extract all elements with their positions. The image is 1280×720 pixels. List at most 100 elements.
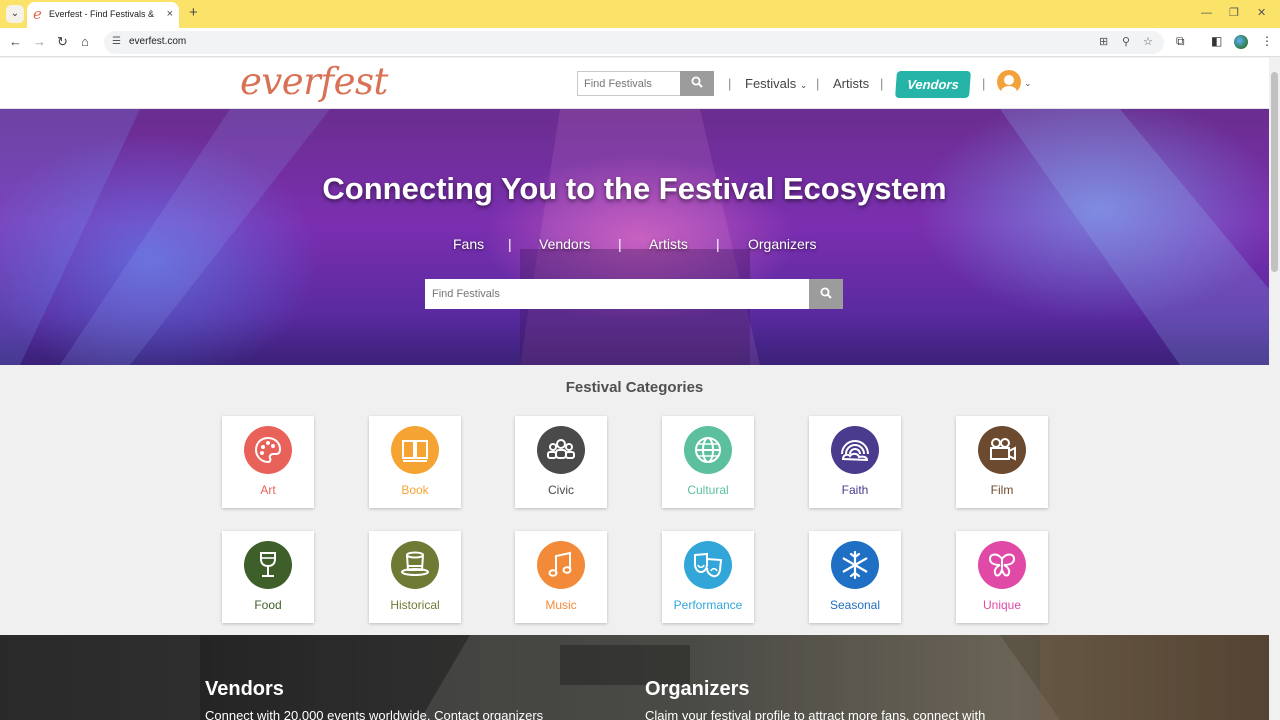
site-info-icon[interactable]: ☰ (112, 36, 124, 48)
nav-festivals[interactable]: Festivals ⌄ (745, 76, 807, 93)
category-icon-circle (391, 541, 439, 589)
people-icon (547, 439, 575, 459)
forward-icon[interactable]: → (33, 34, 46, 50)
profile-avatar-icon[interactable] (1234, 35, 1248, 49)
vendors-section-text: Connect with 20,000 events worldwide. Co… (205, 708, 544, 720)
category-card-historical[interactable]: Historical (369, 531, 461, 623)
extensions-icon[interactable]: ⧉ (1176, 34, 1185, 48)
category-icon-circle (391, 426, 439, 474)
vendors-button[interactable]: Vendors (895, 71, 971, 98)
hero-link-fans[interactable]: Fans (453, 236, 484, 252)
tab-search-button[interactable]: ⌄ (6, 5, 24, 23)
account-chevron-down-icon[interactable]: ⌄ (1024, 77, 1032, 89)
page-scrollbar[interactable] (1269, 58, 1280, 720)
category-label: Historical (390, 598, 440, 612)
nav-festivals-label: Festivals (745, 76, 797, 91)
zoom-icon[interactable]: ⚲ (1122, 35, 1130, 49)
category-label: Music (545, 598, 577, 612)
hero-light-beams (0, 109, 1269, 365)
hero-banner: Connecting You to the Festival Ecosystem… (0, 109, 1269, 365)
category-card-art[interactable]: Art (222, 416, 314, 508)
home-icon[interactable]: ⌂ (81, 34, 89, 50)
film-camera-icon (990, 438, 1016, 461)
organizers-section-text: Claim your festival profile to attract m… (645, 708, 986, 720)
hero-separator: | (618, 236, 622, 252)
bottom-overlay (0, 635, 1269, 720)
site-header: everfest | Festivals ⌄ | Artists | Vendo… (0, 58, 1269, 109)
butterfly-icon (988, 553, 1016, 577)
category-icon-circle (537, 541, 585, 589)
category-icon-circle (831, 426, 879, 474)
hero-link-vendors[interactable]: Vendors (539, 236, 590, 252)
browser-tab-bar: ⌄ e Everfest - Find Festivals & Fairs × … (0, 0, 1280, 28)
nav-separator: | (728, 76, 732, 91)
new-tab-button[interactable]: + (189, 5, 198, 21)
category-card-faith[interactable]: Faith (809, 416, 901, 508)
hero-separator: | (716, 236, 720, 252)
minimize-icon[interactable]: — (1201, 6, 1212, 20)
globe-icon (695, 437, 721, 463)
page-content: everfest | Festivals ⌄ | Artists | Vendo… (0, 58, 1269, 720)
nav-artists[interactable]: Artists (833, 76, 869, 92)
category-card-film[interactable]: Film (956, 416, 1048, 508)
browser-toolbar: ← → ↻ ⌂ ☰ everfest.com ⊞ ⚲ ☆ (0, 28, 1280, 57)
rainbow-icon (841, 440, 869, 462)
wine-glass-icon (260, 552, 276, 577)
chevron-down-icon: ⌄ (799, 80, 808, 90)
hero-search-input[interactable] (425, 279, 809, 309)
book-icon (402, 440, 428, 462)
scrollbar-thumb[interactable] (1271, 72, 1278, 272)
category-card-seasonal[interactable]: Seasonal (809, 531, 901, 623)
side-panel-icon[interactable]: ◧ (1211, 34, 1222, 48)
category-icon-circle (244, 541, 292, 589)
header-search-input[interactable] (577, 71, 681, 96)
category-icon-circle (978, 541, 1026, 589)
everfest-favicon-icon: e (33, 5, 42, 23)
search-icon (820, 287, 832, 299)
category-icon-circle (978, 426, 1026, 474)
tab-close-icon[interactable]: × (167, 8, 173, 20)
translate-icon[interactable]: ⊞ (1099, 35, 1108, 49)
hero-title: Connecting You to the Festival Ecosystem (322, 171, 947, 206)
category-label: Civic (548, 483, 574, 497)
top-hat-icon (401, 551, 429, 576)
category-card-book[interactable]: Book (369, 416, 461, 508)
category-card-food[interactable]: Food (222, 531, 314, 623)
search-icon (691, 76, 703, 88)
header-search-button[interactable] (680, 71, 714, 96)
user-avatar-icon[interactable] (997, 70, 1021, 94)
browser-tab[interactable]: e Everfest - Find Festivals & Fairs × (27, 2, 179, 28)
category-icon-circle (684, 426, 732, 474)
category-label: Unique (982, 598, 1022, 612)
category-label: Faith (841, 483, 869, 497)
category-card-cultural[interactable]: Cultural (662, 416, 754, 508)
window-close-icon[interactable]: ✕ (1257, 6, 1266, 20)
category-card-unique[interactable]: Unique (956, 531, 1048, 623)
theater-masks-icon (694, 552, 723, 578)
category-card-music[interactable]: Music (515, 531, 607, 623)
nav-separator: | (880, 76, 884, 91)
restore-icon[interactable]: ❐ (1229, 6, 1239, 20)
hero-link-artists[interactable]: Artists (649, 236, 688, 252)
category-card-performance[interactable]: Performance (662, 531, 754, 623)
hero-link-organizers[interactable]: Organizers (748, 236, 816, 252)
category-label: Food (254, 598, 282, 612)
category-label: Film (990, 483, 1014, 497)
bookmark-star-icon[interactable]: ☆ (1143, 35, 1153, 49)
browser-menu-icon[interactable]: ⋮ (1261, 34, 1273, 48)
address-bar[interactable]: ☰ everfest.com ⊞ ⚲ ☆ (104, 31, 1164, 54)
category-label: Seasonal (829, 598, 881, 612)
url-text[interactable]: everfest.com (129, 36, 186, 47)
vendors-section-title: Vendors (205, 678, 284, 700)
hero-search-button[interactable] (809, 279, 843, 309)
tab-title: Everfest - Find Festivals & Fairs (49, 9, 157, 19)
category-label: Book (401, 483, 429, 497)
back-icon[interactable]: ← (9, 34, 22, 50)
categories-title: Festival Categories (565, 379, 704, 396)
reload-icon[interactable]: ↻ (57, 34, 68, 50)
category-label: Art (260, 483, 276, 497)
category-card-civic[interactable]: Civic (515, 416, 607, 508)
bottom-banner: Vendors Connect with 20,000 events world… (0, 635, 1269, 720)
palette-icon (254, 436, 282, 464)
everfest-logo[interactable]: everfest (240, 60, 388, 104)
